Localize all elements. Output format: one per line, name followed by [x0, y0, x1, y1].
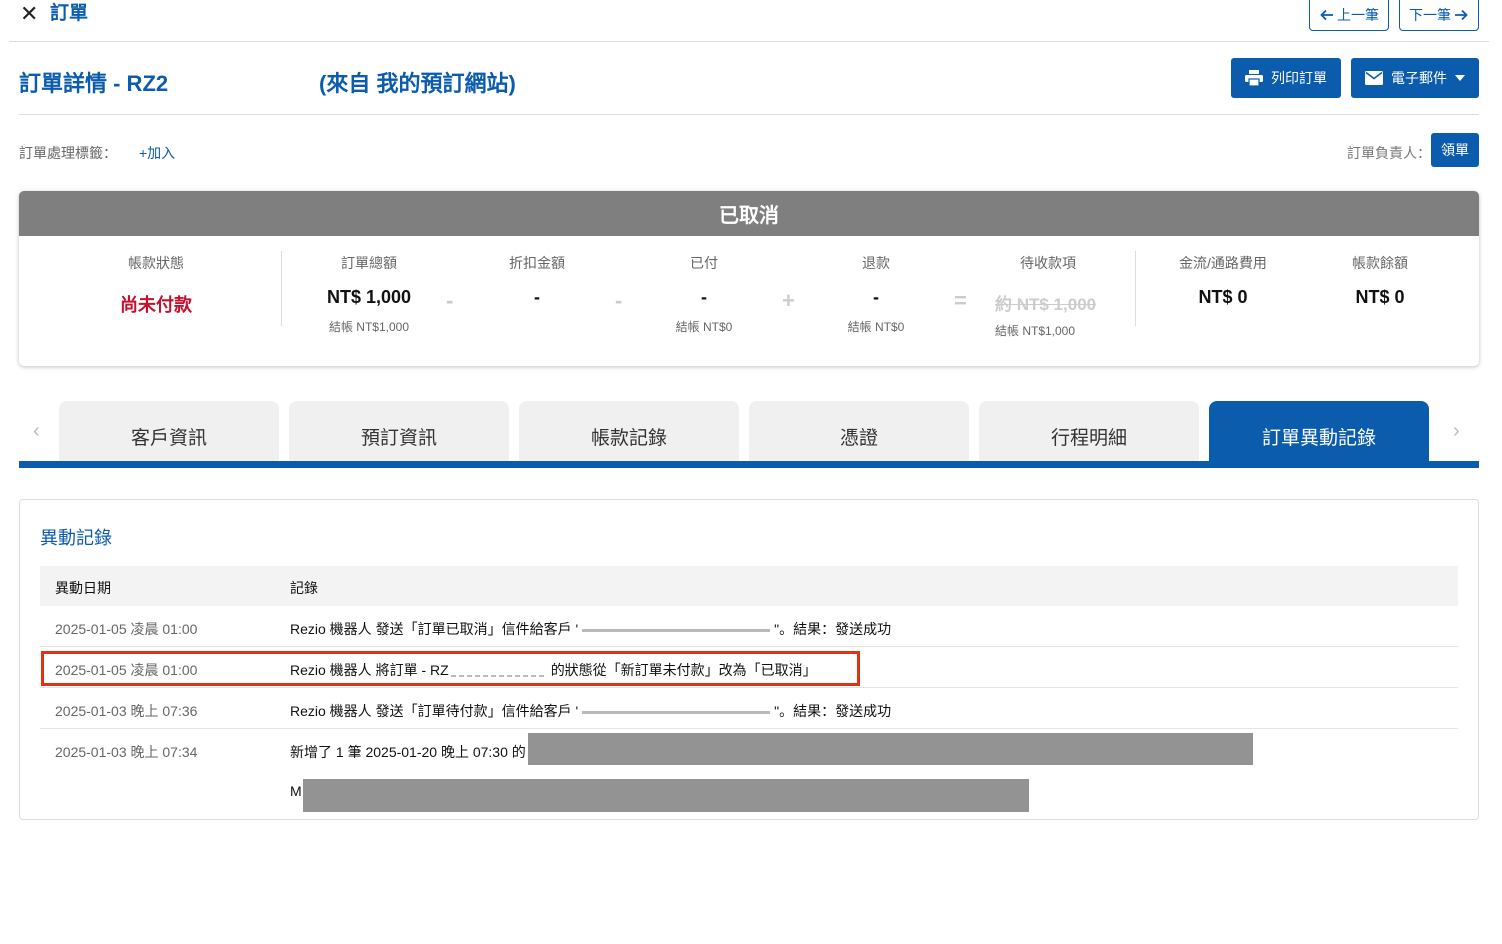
- column-divider: [1135, 251, 1136, 326]
- equals-operator: =: [954, 288, 967, 313]
- refund-value: -: [873, 287, 879, 307]
- highlight-box: [41, 651, 860, 686]
- payment-summary-card: 已取消 帳款狀態 尚未付款 訂單總額 NT$ 1,000 結帳 NT$1,000…: [19, 191, 1479, 366]
- record-text: M: [290, 783, 302, 799]
- account-status-label: 帳款狀態: [128, 255, 184, 271]
- add-tag-link[interactable]: +加入: [139, 143, 175, 163]
- balance-label: 帳款餘額: [1352, 255, 1408, 271]
- redacted-block: [528, 733, 1253, 765]
- total-label: 訂單總額: [341, 255, 397, 271]
- table-header: [40, 566, 1458, 606]
- row-record: Rezio 機器人 發送「訂單已取消」信件給客戶 ' "。結果：發送成功: [290, 619, 891, 639]
- refund-sub: 結帳 NT$0: [847, 320, 905, 334]
- tabs-next-arrow[interactable]: ›: [1453, 420, 1460, 443]
- tab-payment-records[interactable]: 帳款記錄: [519, 401, 739, 461]
- tab-booking-info[interactable]: 預訂資訊: [289, 401, 509, 461]
- tab-underline: [19, 461, 1479, 468]
- print-order-button[interactable]: 列印訂單: [1231, 58, 1341, 98]
- row-date: 2025-01-03 晚上 07:34: [55, 744, 198, 760]
- record-text: "。結果：發送成功: [774, 621, 892, 637]
- discount-label: 折扣金額: [509, 255, 565, 271]
- status-banner: 已取消: [19, 191, 1479, 236]
- tab-vouchers[interactable]: 憑證: [749, 401, 969, 461]
- column-header-record: 記錄: [290, 580, 318, 596]
- fee-label: 金流/通路費用: [1179, 255, 1267, 271]
- claim-order-button[interactable]: 領單: [1431, 133, 1479, 167]
- mail-icon: [1365, 71, 1383, 85]
- record-text: "。結果：發送成功: [774, 703, 892, 719]
- row-record: 新增了 1 筆 2025-01-20 晚上 07:30 的: [290, 744, 526, 760]
- email-button[interactable]: 電子郵件: [1351, 58, 1479, 98]
- balance-value: NT$ 0: [1355, 287, 1405, 307]
- refund-label: 退款: [862, 255, 890, 271]
- next-order-label: 下一筆: [1409, 7, 1451, 23]
- breadcrumb: 訂單: [50, 3, 89, 24]
- redacted-email: [582, 710, 771, 714]
- paid-sub: 結帳 NT$0: [675, 320, 733, 334]
- receivable-label: 待收款項: [1020, 255, 1076, 271]
- top-bar: [0, 0, 1502, 41]
- redacted-block: [303, 779, 1029, 812]
- tab-customer-info[interactable]: 客戶資訊: [59, 401, 279, 461]
- fee-value: NT$ 0: [1198, 287, 1248, 307]
- plus-operator: +: [782, 288, 795, 313]
- account-status-value: 尚未付款: [120, 295, 192, 315]
- record-text: Rezio 機器人 發送「訂單已取消」信件給客戶 ': [290, 621, 579, 637]
- history-title: 異動記錄: [40, 528, 112, 548]
- tab-itinerary[interactable]: 行程明細: [979, 401, 1199, 461]
- receivable-value: 約 NT$ 1,000: [995, 295, 1097, 314]
- record-text: Rezio 機器人 發送「訂單待付款」信件給客戶 ': [290, 703, 579, 719]
- arrow-right-icon: [1455, 9, 1468, 21]
- minus-operator: -: [615, 288, 623, 313]
- total-sub: 結帳 NT$1,000: [328, 320, 410, 334]
- total-value: NT$ 1,000: [326, 287, 412, 307]
- row-record: Rezio 機器人 發送「訂單待付款」信件給客戶 ' "。結果：發送成功: [290, 701, 891, 721]
- column-divider: [281, 251, 282, 326]
- email-label: 電子郵件: [1391, 70, 1447, 86]
- paid-label: 已付: [690, 255, 718, 271]
- minus-operator: -: [446, 288, 454, 313]
- next-order-button[interactable]: 下一筆: [1399, 0, 1479, 31]
- close-icon[interactable]: ✕: [20, 2, 38, 26]
- row-divider: [40, 687, 1458, 688]
- row-date: 2025-01-05 凌晨 01:00: [55, 621, 198, 637]
- page-title: 訂單詳情 - RZ2: [19, 71, 169, 96]
- prev-order-label: 上一筆: [1337, 7, 1379, 23]
- tabs-prev-arrow[interactable]: ‹: [33, 420, 40, 443]
- arrow-left-icon: [1320, 9, 1333, 21]
- receivable-sub: 結帳 NT$1,000: [995, 324, 1076, 338]
- order-source: (來自 我的預訂網站): [319, 71, 516, 96]
- tab-order-history[interactable]: 訂單異動記錄: [1209, 401, 1429, 461]
- row-divider: [40, 728, 1458, 729]
- paid-value: -: [701, 287, 707, 307]
- printer-icon: [1245, 70, 1263, 86]
- caret-down-icon: [1455, 75, 1465, 81]
- row-divider: [40, 646, 1458, 647]
- top-divider: [9, 41, 1489, 42]
- owner-label: 訂單負責人：: [1347, 145, 1431, 161]
- redacted-email: [582, 628, 771, 632]
- discount-value: -: [534, 287, 540, 307]
- title-divider: [19, 114, 1479, 115]
- print-order-label: 列印訂單: [1271, 70, 1327, 86]
- tags-label: 訂單處理標籤：: [19, 145, 117, 161]
- column-header-date: 異動日期: [55, 580, 111, 596]
- row-date: 2025-01-03 晚上 07:36: [55, 703, 198, 719]
- prev-order-button[interactable]: 上一筆: [1309, 0, 1389, 31]
